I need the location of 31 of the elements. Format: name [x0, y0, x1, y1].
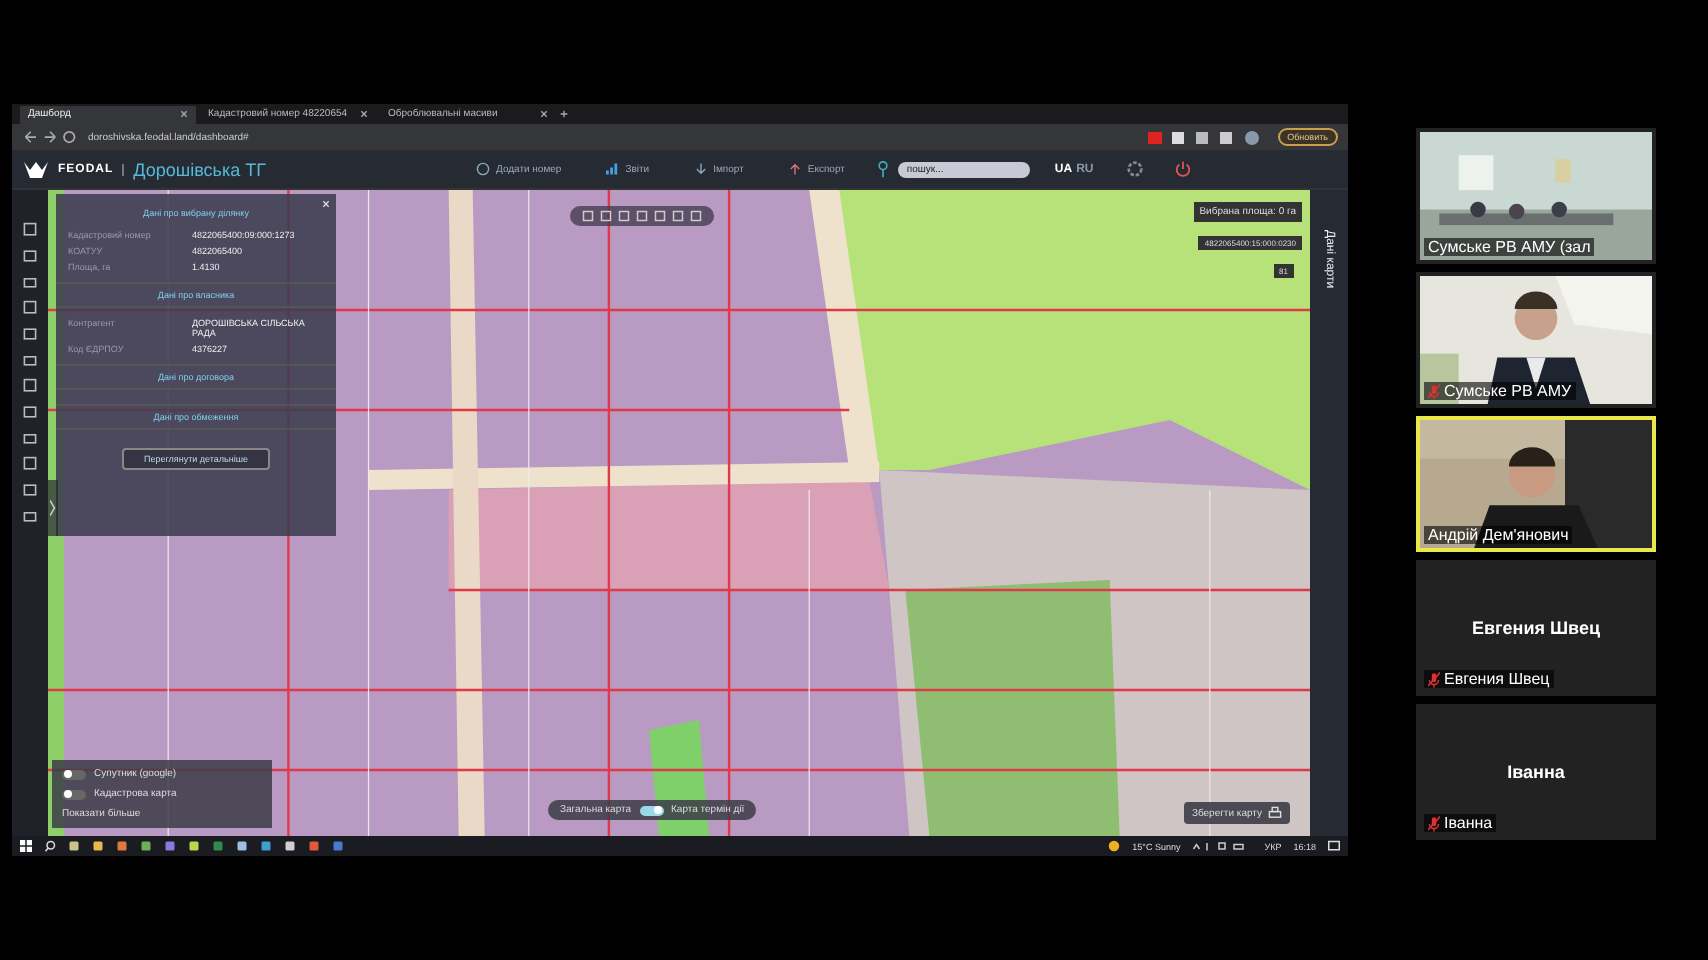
navigation-icon[interactable]	[22, 130, 78, 144]
sun-icon	[1108, 840, 1121, 852]
add-icon	[476, 162, 490, 176]
printer-icon	[1268, 806, 1282, 820]
search-icon[interactable]	[44, 840, 56, 852]
close-icon[interactable]	[360, 110, 368, 118]
upload-icon	[787, 162, 802, 176]
chevron-icon	[50, 500, 56, 516]
location-pin-icon	[878, 160, 889, 178]
participant-name: Сумське РВ АМУ (зал	[1428, 238, 1591, 256]
participant-name: Евгения Швец	[1444, 670, 1550, 688]
bar-chart-icon	[605, 162, 620, 176]
participant-name: Іванна	[1444, 814, 1493, 832]
participant-name: Сумське РВ АМУ	[1444, 382, 1572, 400]
power-icon[interactable]	[1173, 160, 1192, 178]
collapse-handle[interactable]	[48, 480, 58, 536]
settings-icon[interactable]	[1125, 160, 1144, 178]
participant-name: Андрій Дем'янович	[1428, 526, 1569, 544]
crown-logo-icon	[24, 159, 48, 179]
close-icon[interactable]	[540, 110, 548, 118]
participant-display-name: Евгения Швец	[1471, 618, 1600, 638]
notifications-icon[interactable]	[1328, 840, 1340, 852]
windows-start-icon[interactable]	[20, 840, 32, 852]
toggle-switch[interactable]	[62, 789, 86, 799]
app-title: Дорошівська ТГ	[133, 159, 266, 179]
new-tab-button[interactable]	[560, 110, 568, 118]
close-icon[interactable]	[180, 110, 188, 118]
toggle-switch[interactable]	[62, 769, 86, 779]
participant-display-name: Іванна	[1507, 762, 1565, 782]
download-icon	[693, 162, 708, 176]
toggle-switch[interactable]	[639, 805, 664, 815]
